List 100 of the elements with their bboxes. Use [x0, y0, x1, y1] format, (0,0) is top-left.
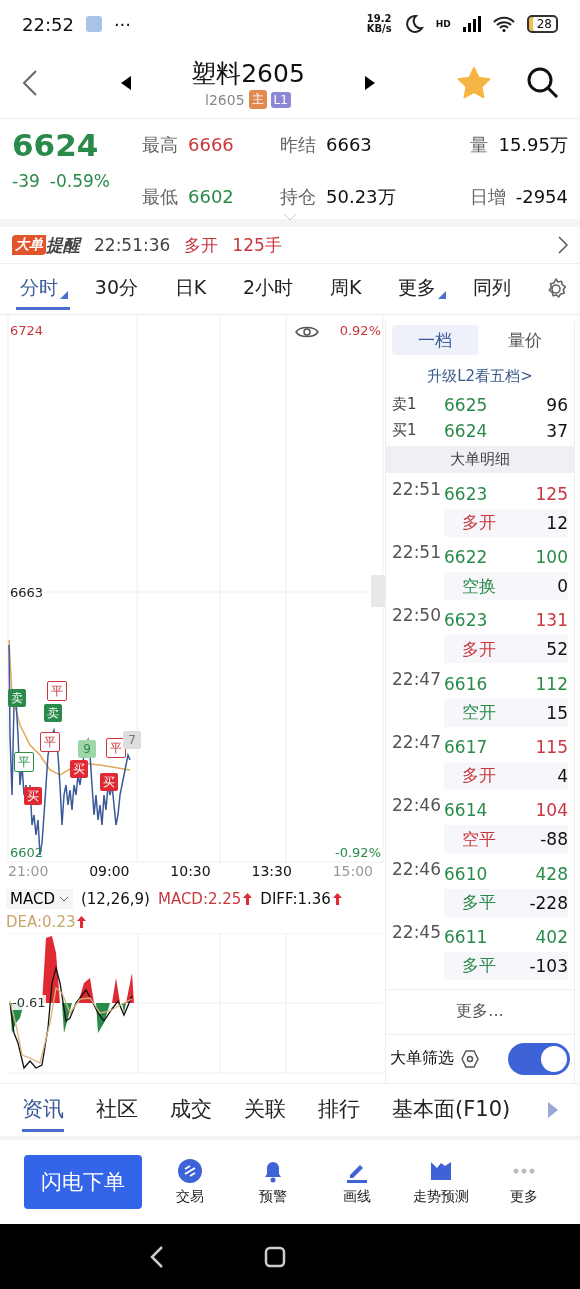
contract-badge: L1 [270, 91, 291, 108]
more-link[interactable]: 更多... [386, 989, 574, 1035]
wifi-icon [492, 16, 515, 32]
info-tab[interactable]: 基本面(F10) [392, 1088, 511, 1132]
stat-label: 量 [470, 133, 489, 157]
network-type: HD [435, 19, 451, 29]
trade-time: 22:45 [392, 921, 442, 942]
period-tab[interactable]: 日K [170, 268, 219, 310]
indicator-value: MACD:2.25 [157, 890, 242, 908]
section-title: 大单明细 [386, 445, 574, 473]
time-label: 21:00 [8, 863, 49, 881]
trade-marker: 买 [100, 773, 118, 791]
trade-time: 22:51 [392, 478, 442, 499]
book-label: 卖1 [392, 395, 418, 415]
previous-icon[interactable] [121, 76, 132, 90]
info-tab[interactable]: 资讯 [22, 1088, 64, 1132]
last-price: 6624 [12, 127, 100, 163]
toolbar-button[interactable]: 画线 [321, 1157, 393, 1207]
trade-time: 22:46 [392, 858, 442, 879]
alert-action: 多开 [184, 233, 219, 257]
stat-value: -2954 [515, 186, 568, 207]
open-interest-change: -88 [540, 829, 568, 850]
price-label: 6663 [10, 585, 44, 600]
trade-marker: 买 [24, 787, 42, 805]
trade-volume: 100 [534, 547, 568, 568]
info-tab[interactable]: 社区 [96, 1088, 138, 1132]
chevron-right-icon[interactable] [558, 236, 568, 254]
next-icon[interactable] [364, 76, 375, 90]
indicator-select[interactable]: MACD [6, 889, 73, 909]
trade-price: 6617 [444, 736, 489, 757]
trade-price: 6614 [444, 800, 489, 821]
book-label: 买1 [392, 421, 418, 441]
info-tab[interactable]: 排行 [318, 1088, 360, 1132]
trade-type: 多平 [462, 891, 496, 914]
chevron-down-icon [58, 896, 69, 902]
trade-time: 22:50 [392, 605, 442, 626]
up-arrow-icon [243, 893, 253, 905]
toolbar-button[interactable]: 预警 [237, 1157, 310, 1207]
percent-label: 0.92% [339, 323, 381, 338]
book-volume: 96 [545, 394, 568, 415]
contract-code: l2605 [205, 91, 245, 108]
hexagon-settings-icon[interactable] [460, 1048, 480, 1069]
trade-marker: 平 [14, 752, 34, 772]
open-interest-change: 4 [557, 765, 568, 786]
filter-toggle[interactable] [508, 1042, 570, 1075]
trade-price: 6611 [444, 926, 489, 947]
panel-tab[interactable]: 量价 [482, 325, 568, 355]
toolbar-button[interactable]: 走势预测 [404, 1157, 477, 1207]
trade-marker: 9 [78, 740, 96, 758]
period-tab[interactable]: 分时 [16, 268, 70, 310]
info-tab[interactable]: 成交 [170, 1088, 212, 1132]
period-tab[interactable]: 更多 [394, 268, 449, 310]
panel-tab[interactable]: 一档 [392, 325, 478, 355]
toolbar-button[interactable]: 交易 [154, 1157, 226, 1207]
info-tab[interactable]: 关联 [244, 1088, 286, 1132]
back-icon[interactable] [150, 1244, 164, 1269]
eye-icon[interactable] [295, 325, 319, 339]
back-icon[interactable] [20, 69, 40, 97]
quick-order-button[interactable]: 闪电下单 [24, 1155, 142, 1209]
axis-label: -0.61 [12, 995, 46, 1010]
open-interest-change: 52 [546, 639, 568, 660]
book-price: 6624 [444, 420, 489, 441]
trade-type: 空开 [462, 701, 496, 725]
open-interest-change: 0 [557, 576, 568, 597]
upgrade-link[interactable]: 升级L2看五档> [386, 359, 574, 392]
stat-value: 15.95万 [498, 133, 568, 157]
stat-label: 最低 [142, 185, 178, 209]
search-icon[interactable] [526, 66, 560, 100]
trade-type: 多开 [462, 511, 496, 535]
alert-time: 22:51:36 [94, 235, 171, 255]
filter-label: 大单筛选 [390, 1048, 454, 1070]
up-arrow-icon [77, 916, 87, 928]
period-tab[interactable]: 2小时 [239, 268, 306, 310]
alert-label: 提醒 [46, 233, 80, 257]
open-interest-change: -103 [529, 955, 568, 976]
dropdown-corner-icon [438, 290, 447, 299]
trade-marker: 买 [70, 760, 88, 778]
period-tab[interactable]: 同列 [469, 268, 524, 310]
trade-time: 22:46 [392, 795, 442, 816]
stat-label: 日增 [469, 185, 506, 209]
up-arrow-icon [332, 893, 342, 905]
stat-value: 50.23万 [326, 185, 396, 209]
open-interest-change: 12 [546, 512, 568, 533]
trade-volume: 104 [534, 800, 568, 821]
trade-time: 22:51 [392, 542, 442, 563]
book-price: 6625 [444, 394, 489, 415]
trade-type: 多开 [462, 637, 496, 661]
book-volume: 37 [545, 420, 568, 441]
period-tab[interactable]: 周K [326, 268, 374, 310]
stat-value: 6663 [326, 134, 372, 155]
star-icon[interactable] [456, 66, 492, 100]
home-icon[interactable] [264, 1245, 286, 1268]
toolbar-button[interactable]: 更多 [488, 1157, 560, 1207]
period-tab[interactable]: 30分 [90, 268, 150, 310]
percent-change: -0.59% [49, 171, 110, 191]
trade-volume: 112 [534, 673, 568, 694]
trade-volume: 125 [534, 483, 568, 504]
trade-type: 多平 [462, 954, 496, 978]
trade-volume: 115 [534, 736, 568, 757]
moon-icon [403, 14, 424, 34]
